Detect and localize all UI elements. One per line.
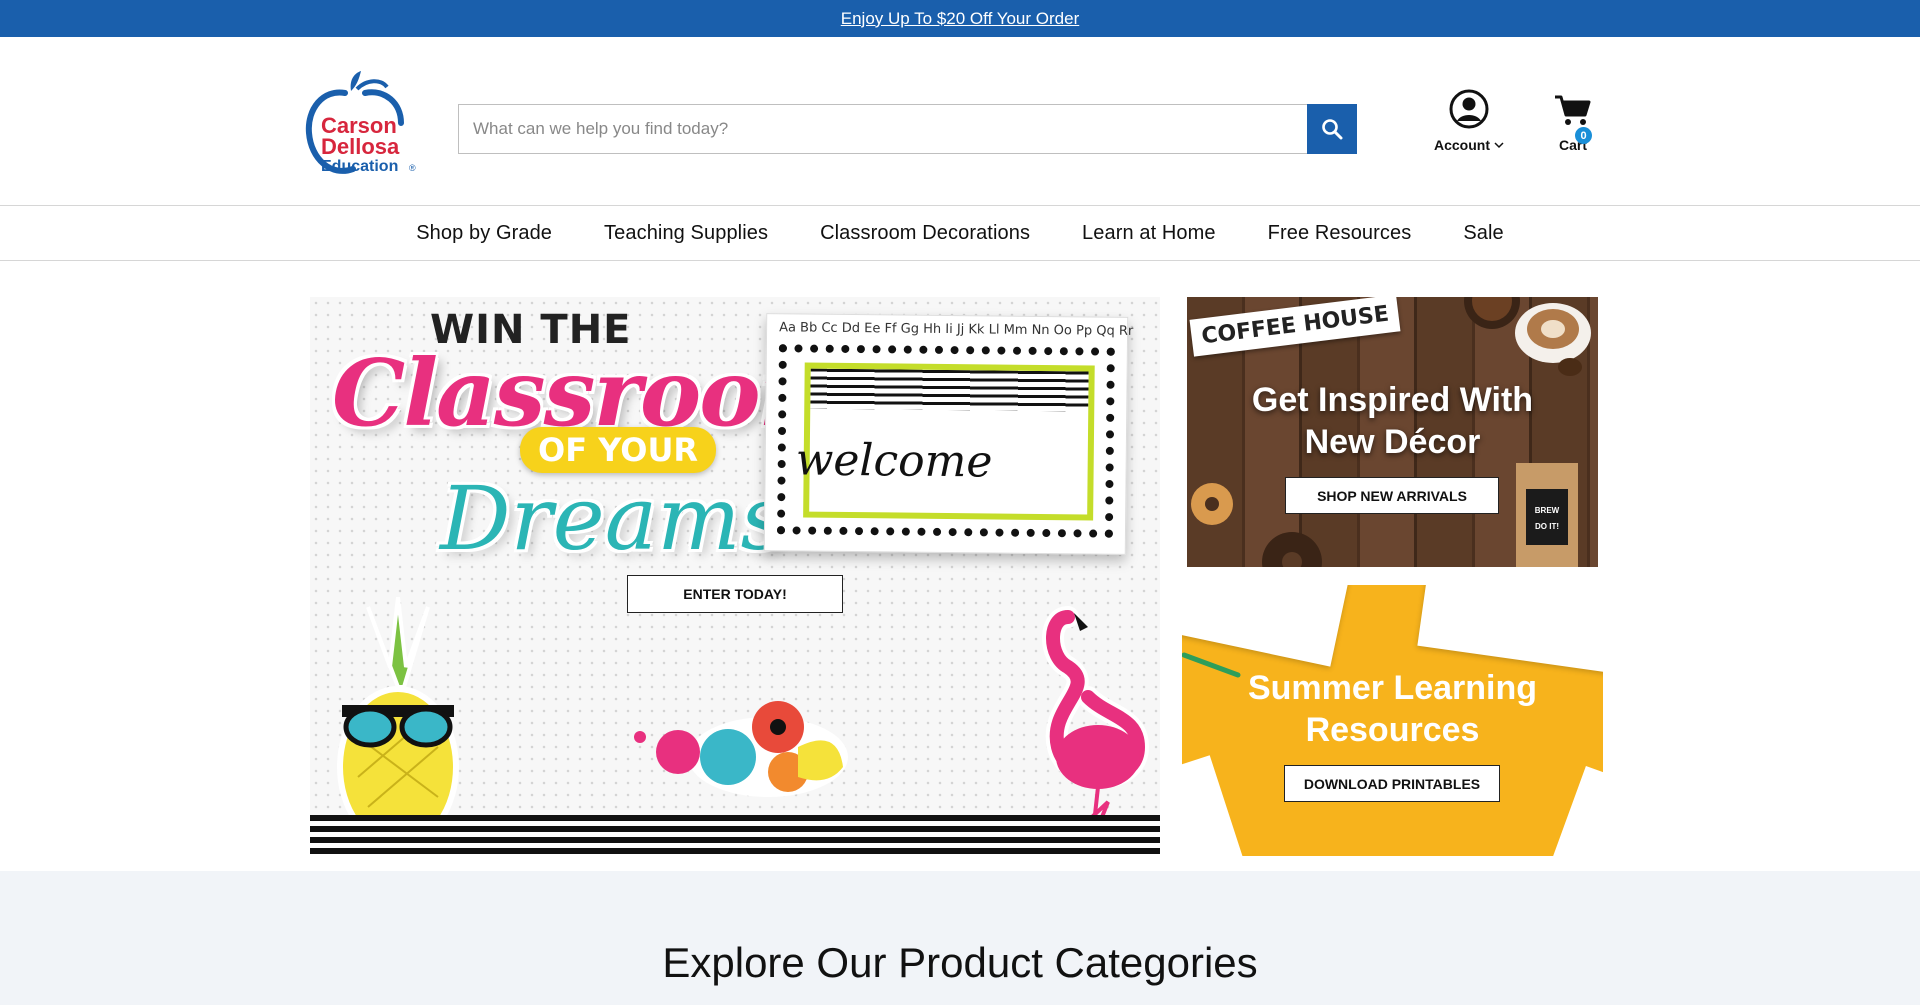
nav-item-free-resources[interactable]: Free Resources xyxy=(1268,222,1412,245)
logo-line3: Education xyxy=(321,158,398,175)
nav-item-sale[interactable]: Sale xyxy=(1463,222,1503,245)
coffee-cup-icon xyxy=(1515,303,1591,376)
logo[interactable]: Carson Dellosa Education ® xyxy=(305,69,423,179)
promo-bar: Enjoy Up To $20 Off Your Order xyxy=(0,0,1920,37)
main-nav: Shop by Grade Teaching Supplies Classroo… xyxy=(0,206,1920,261)
board-alphabet: Aa Bb Cc Dd Ee Ff Gg Hh Ii Jj Kk Ll Mm N… xyxy=(779,320,1134,339)
search-input[interactable] xyxy=(458,104,1307,154)
apple-logo-icon: Carson Dellosa Education ® xyxy=(305,71,416,175)
board-welcome: welcome xyxy=(795,434,993,488)
nav-item-shop-by-grade[interactable]: Shop by Grade xyxy=(416,222,552,245)
cart-link[interactable]: 0 Cart xyxy=(1548,89,1598,157)
summer-title: Summer Learning Resources xyxy=(1182,667,1603,751)
search-button[interactable] xyxy=(1307,104,1357,154)
worksheet-image xyxy=(1417,585,1603,674)
account-menu[interactable]: Account xyxy=(1424,89,1514,157)
shop-new-arrivals-button[interactable]: SHOP NEW ARRIVALS xyxy=(1285,477,1499,514)
flamingo-icon xyxy=(1042,606,1150,843)
enter-today-button[interactable]: ENTER TODAY! xyxy=(627,575,843,613)
summer-title-line1: Summer Learning xyxy=(1247,669,1538,707)
svg-text:BREW: BREW xyxy=(1535,506,1560,515)
summer-learning-banner[interactable]: Summer Learning Resources DOWNLOAD PRINT… xyxy=(1182,585,1603,856)
hero-line4: Dreams xyxy=(440,467,786,570)
nav-item-classroom-decorations[interactable]: Classroom Decorations xyxy=(820,222,1030,245)
account-label: Account xyxy=(1434,137,1490,153)
hero-stripes xyxy=(310,815,1160,857)
explore-section: Explore Our Product Categories xyxy=(0,871,1920,1005)
coffee-bag-icon: BREW DO IT! xyxy=(1516,463,1578,567)
logo-mark: ® xyxy=(409,163,416,173)
donut-icon xyxy=(1191,483,1233,525)
cart-count-badge: 0 xyxy=(1575,127,1592,144)
bulletin-board-image: Aa Bb Cc Dd Ee Ff Gg Hh Ii Jj Kk Ll Mm N… xyxy=(763,313,1133,555)
nav-item-learn-at-home[interactable]: Learn at Home xyxy=(1082,222,1216,245)
coffee-title: Get Inspired With New Décor xyxy=(1187,379,1598,463)
search-icon xyxy=(1322,119,1343,140)
explore-heading: Explore Our Product Categories xyxy=(662,939,1258,986)
user-circle-icon xyxy=(1449,89,1489,129)
cart-icon xyxy=(1555,95,1591,125)
promo-link[interactable]: Enjoy Up To $20 Off Your Order xyxy=(841,9,1079,29)
search-bar xyxy=(458,104,1357,154)
site-header: Carson Dellosa Education ® Account xyxy=(0,37,1920,206)
coffee-house-tag: COFFEE HOUSE xyxy=(1189,297,1401,357)
pineapple-icon xyxy=(337,597,459,847)
worksheet-image xyxy=(1544,765,1603,856)
hero-banner[interactable]: WIN THE Classroom OF YOUR Dreams Aa Bb C… xyxy=(310,297,1160,857)
donut-icon xyxy=(1262,532,1322,567)
svg-text:DO IT!: DO IT! xyxy=(1535,522,1559,531)
chevron-down-icon xyxy=(1494,142,1504,149)
flowers-icon xyxy=(634,701,848,797)
summer-title-line2: Resources xyxy=(1305,711,1480,749)
download-printables-button[interactable]: DOWNLOAD PRINTABLES xyxy=(1284,765,1500,802)
worksheet-image xyxy=(1182,755,1250,856)
nav-item-teaching-supplies[interactable]: Teaching Supplies xyxy=(604,222,768,245)
coffee-house-banner[interactable]: COFFEE HOUSE Get Inspired With New Décor… xyxy=(1187,297,1598,567)
logo-line2: Dellosa xyxy=(321,134,400,159)
account-label-wrap: Account xyxy=(1434,137,1504,153)
coffee-title-line1: Get Inspired With xyxy=(1251,381,1534,419)
